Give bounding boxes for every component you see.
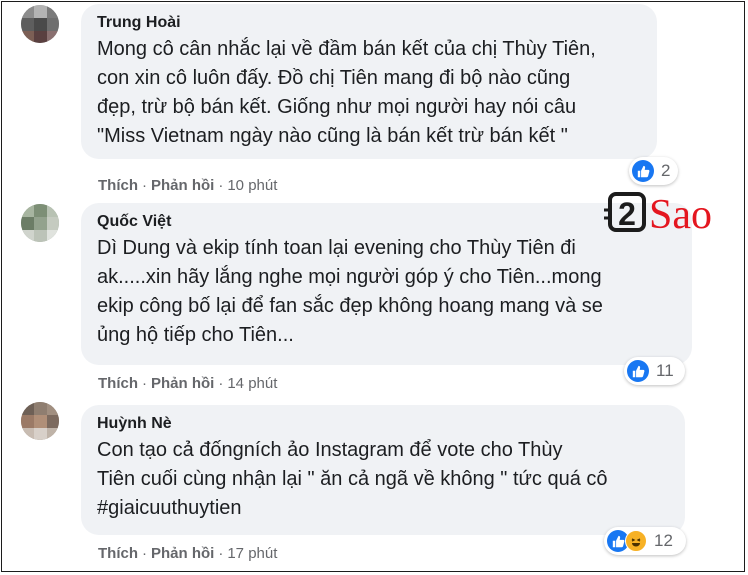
comment-author[interactable]: Huỳnh Nè: [97, 414, 671, 434]
separator: ·: [218, 375, 224, 392]
reply-link[interactable]: Phản hồi: [151, 375, 214, 392]
reply-link[interactable]: Phản hồi: [151, 177, 214, 194]
watermark-logo: 2 Sao: [601, 188, 741, 238]
comment-text: Con tạo cả đốngních ảo Instagram để vote…: [97, 439, 608, 519]
comment-author[interactable]: Trung Hoài: [97, 13, 643, 33]
like-icon: [632, 160, 654, 182]
haha-icon: [625, 530, 647, 552]
reaction-count: 11: [656, 361, 674, 380]
separator: ·: [218, 545, 224, 562]
comment-bubble: Huỳnh Nè Con tạo cả đốngních ảo Instagra…: [81, 405, 685, 535]
comment-actions: Thích · Phản hồi · 17 phút: [98, 545, 277, 563]
comment-actions: Thích · Phản hồi · 14 phút: [98, 375, 277, 393]
separator: ·: [218, 177, 224, 194]
watermark-word: Sao: [649, 192, 712, 238]
like-link[interactable]: Thích: [98, 545, 138, 562]
watermark-number: 2: [618, 196, 636, 232]
comment-timestamp[interactable]: 10 phút: [227, 177, 277, 194]
avatar[interactable]: [21, 5, 59, 43]
comment-text: Mong cô cân nhắc lại về đầm bán kết của …: [97, 38, 596, 147]
comment-text: Dì Dung và ekip tính toan lại evening ch…: [97, 237, 603, 346]
separator: ·: [142, 177, 147, 194]
reaction-summary[interactable]: 2: [629, 157, 678, 185]
comment-timestamp[interactable]: 17 phút: [227, 545, 277, 562]
comment-author[interactable]: Quốc Việt: [97, 212, 678, 232]
avatar[interactable]: [21, 204, 59, 242]
like-link[interactable]: Thích: [98, 375, 138, 392]
comment-timestamp[interactable]: 14 phút: [227, 375, 277, 392]
comment-bubble: Trung Hoài Mong cô cân nhắc lại về đầm b…: [81, 4, 657, 159]
like-icon: [627, 360, 649, 382]
avatar[interactable]: [21, 402, 59, 440]
reaction-count: 2: [661, 161, 671, 180]
separator: ·: [142, 545, 147, 562]
separator: ·: [142, 375, 147, 392]
reaction-count: 12: [654, 531, 673, 550]
reaction-summary[interactable]: 12: [604, 527, 686, 555]
comment-actions: Thích · Phản hồi · 10 phút: [98, 177, 277, 195]
reply-link[interactable]: Phản hồi: [151, 545, 214, 562]
reaction-summary[interactable]: 11: [624, 357, 685, 385]
like-link[interactable]: Thích: [98, 177, 138, 194]
